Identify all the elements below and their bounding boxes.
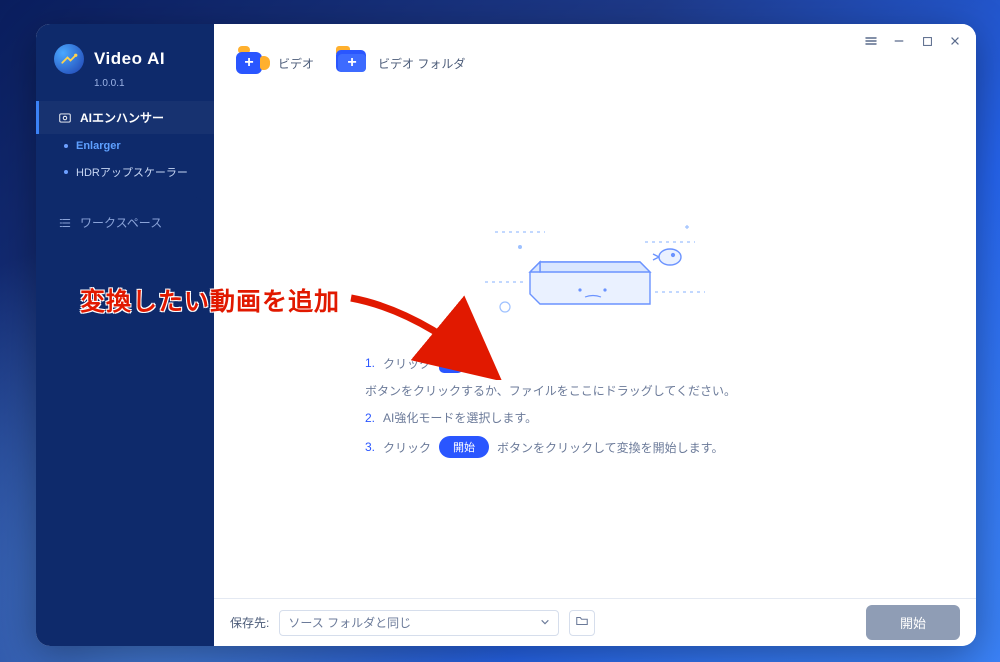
list-icon — [58, 216, 72, 230]
folder-plus-icon: + — [336, 50, 370, 76]
inline-add-video-button[interactable]: + — [439, 352, 471, 374]
add-video-button[interactable]: + ビデオ — [236, 50, 314, 76]
step-text: AI強化モードを選択します。 — [383, 409, 537, 426]
step-text: クリック — [383, 439, 431, 456]
instruction-step-2: 2. AI強化モードを選択します。 — [365, 409, 825, 426]
step-number: 1. — [365, 356, 375, 370]
sidebar-ai-subitems: Enlarger HDRアップスケーラー — [36, 134, 214, 186]
add-video-folder-button[interactable]: + ビデオ フォルダ — [336, 50, 465, 76]
drop-area[interactable]: 1. クリック + ボタンをクリックするか、ファイルをここにドラッグしてください… — [230, 94, 960, 590]
chevron-down-icon — [540, 616, 550, 630]
sidebar-item-label: Enlarger — [76, 140, 121, 152]
add-video-label: ビデオ — [278, 55, 314, 72]
sidebar-section-ai-enhancer[interactable]: AIエンハンサー — [36, 101, 214, 134]
app-title: Video AI — [94, 49, 165, 69]
main: + ビデオ + ビデオ フォルダ — [214, 24, 976, 646]
step-number: 2. — [365, 411, 375, 425]
sidebar-item-enlarger[interactable]: Enlarger — [50, 134, 214, 158]
folder-icon — [575, 614, 589, 631]
browse-folder-button[interactable] — [569, 610, 595, 636]
inline-start-pill: 開始 — [439, 436, 489, 458]
sidebar-item-hdr-upscaler[interactable]: HDRアップスケーラー — [50, 158, 214, 186]
footer: 保存先: ソース フォルダと同じ 開始 — [214, 598, 976, 646]
sidebar-item-label: HDRアップスケーラー — [76, 164, 188, 180]
sidebar-section-ai-label: AIエンハンサー — [80, 109, 164, 126]
save-destination-value: ソース フォルダと同じ — [288, 614, 411, 631]
sidebar: Video AI 1.0.0.1 AIエンハンサー Enlarger HDRアッ… — [36, 24, 214, 646]
step-text: クリック — [383, 355, 431, 372]
sidebar-section-workspace[interactable]: ワークスペース — [36, 200, 214, 243]
video-camera-plus-icon: + — [236, 50, 270, 76]
step-number: 3. — [365, 440, 375, 454]
empty-box-illustration-icon — [485, 212, 705, 322]
enhancer-icon — [58, 111, 72, 125]
close-button[interactable] — [948, 34, 962, 48]
step-text: ボタンをクリックするか、ファイルをここにドラッグしてください。 — [365, 382, 736, 399]
app-window: Video AI 1.0.0.1 AIエンハンサー Enlarger HDRアッ… — [36, 24, 976, 646]
brand: Video AI — [36, 24, 214, 80]
sidebar-lower: ワークスペース — [36, 196, 214, 243]
start-button-label: 開始 — [900, 616, 926, 631]
minimize-button[interactable] — [892, 34, 906, 48]
maximize-button[interactable] — [920, 34, 934, 48]
toolbar: + ビデオ + ビデオ フォルダ — [214, 24, 976, 86]
step-text: ボタンをクリックして変換を開始します。 — [497, 439, 723, 456]
instruction-step-3: 3. クリック 開始 ボタンをクリックして変換を開始します。 — [365, 436, 825, 458]
menu-icon[interactable] — [864, 34, 878, 48]
instructions: 1. クリック + ボタンをクリックするか、ファイルをここにドラッグしてください… — [365, 342, 825, 468]
app-version: 1.0.0.1 — [36, 78, 214, 89]
save-destination-select[interactable]: ソース フォルダと同じ — [279, 610, 559, 636]
instruction-step-1: 1. クリック + ボタンをクリックするか、ファイルをここにドラッグしてください… — [365, 352, 825, 399]
start-button[interactable]: 開始 — [866, 605, 960, 640]
window-controls — [864, 34, 962, 48]
sidebar-workspace-label: ワークスペース — [80, 214, 162, 231]
save-to-label: 保存先: — [230, 614, 269, 631]
app-logo-icon — [54, 44, 84, 74]
add-video-folder-label: ビデオ フォルダ — [378, 55, 465, 72]
